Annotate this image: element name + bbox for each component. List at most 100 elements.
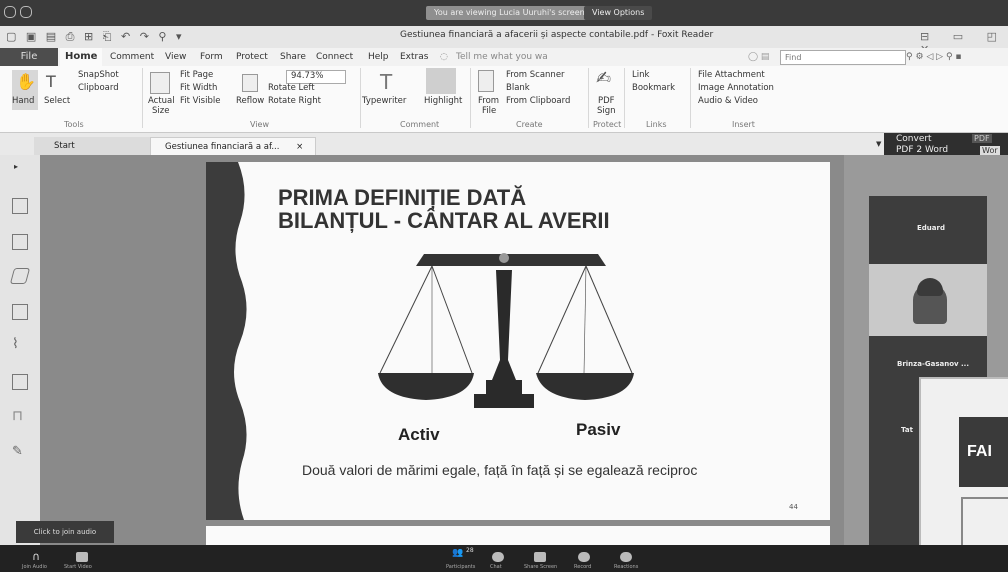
attachment-icon[interactable]: ⌇	[12, 336, 19, 352]
security-icon[interactable]: ⊓	[12, 408, 23, 424]
ribbon-divider	[690, 68, 691, 128]
comment-group-label: Comment	[400, 120, 440, 129]
ribbon-divider	[142, 68, 143, 128]
viewing-screen-banner: You are viewing Lucia Uuruhi's screen	[426, 6, 593, 20]
convert-line1: Convert	[896, 134, 932, 144]
actual-size-icon	[150, 72, 170, 94]
find-input[interactable]: Find	[780, 50, 906, 65]
tell-me-box[interactable]: Tell me what you wa	[456, 48, 548, 66]
from-scanner-button[interactable]: From Scanner	[506, 70, 565, 80]
reflow-button[interactable]: Reflow	[236, 96, 264, 106]
shared-screen-text: FAI	[967, 443, 992, 460]
quick-access-toolbar[interactable]: ▢ ▣ ▤ ⎙ ⊞ ⎗ ↶ ↷ ⚲ ▾	[6, 30, 184, 44]
from-file-label-2: File	[482, 106, 497, 116]
dropdown-arrow-icon[interactable]: ▼	[876, 140, 881, 148]
participants-icon[interactable]: 👥	[452, 548, 463, 558]
tab-view[interactable]: View	[165, 48, 186, 66]
participant-count: 28	[466, 547, 474, 554]
tab-connect[interactable]: Connect	[316, 48, 353, 66]
ribbon-divider	[360, 68, 361, 128]
record-label: Record	[574, 564, 592, 570]
actual-size-label-2: Size	[152, 106, 170, 116]
select-icon: T	[46, 72, 56, 91]
select-tool-button[interactable]: Select	[44, 96, 70, 106]
headphones-icon[interactable]: ∩	[32, 550, 40, 563]
hand-tool-button[interactable]: ✋ Hand	[12, 70, 38, 110]
view-options-button[interactable]: View Options	[584, 6, 653, 20]
create-group-label: Create	[516, 120, 543, 129]
shared-screen-frame	[961, 497, 1008, 547]
tab-comment[interactable]: Comment	[110, 48, 154, 66]
tab-home[interactable]: Home	[60, 48, 103, 66]
reactions-icon[interactable]	[620, 552, 632, 562]
typewriter-button[interactable]: Typewriter	[362, 96, 406, 106]
participant-tile[interactable]: Eduard	[869, 196, 987, 264]
sign-tool-icon[interactable]: ✎	[12, 444, 23, 459]
highlight-icon	[426, 68, 456, 94]
ribbon-divider	[588, 68, 589, 128]
snapshot-button[interactable]: SnapShot	[78, 70, 119, 80]
next-pdf-page	[206, 526, 830, 545]
avatar-hair	[917, 278, 943, 296]
reflow-icon	[242, 74, 258, 92]
rotate-right-button[interactable]: Rotate Right	[268, 96, 321, 106]
tab-extras[interactable]: Extras	[400, 48, 428, 66]
convert-pdf-banner[interactable]: Convert PDF 2 Word PDF Wor	[884, 133, 1008, 157]
from-file-button[interactable]: From	[478, 96, 499, 106]
links-group-label: Links	[646, 120, 667, 129]
shared-screen-thumbnail[interactable]: FAI	[919, 377, 1008, 549]
highlight-button[interactable]: Highlight	[424, 96, 462, 106]
bookmark-button[interactable]: Bookmark	[632, 83, 675, 93]
participant-name: Tat	[901, 426, 913, 434]
from-clipboard-button[interactable]: From Clipboard	[506, 96, 570, 106]
page-thumbnail-icon[interactable]	[12, 198, 28, 214]
file-attachment-button[interactable]: File Attachment	[698, 70, 765, 80]
join-audio-tooltip: Click to join audio	[16, 521, 114, 543]
close-tab-icon[interactable]: ×	[296, 142, 303, 152]
fit-width-button[interactable]: Fit Width	[180, 83, 217, 93]
comments-icon[interactable]	[12, 304, 28, 320]
fit-page-button[interactable]: Fit Page	[180, 70, 213, 80]
insert-group-label: Insert	[732, 120, 755, 129]
tab-document[interactable]: Gestiunea financiară a af... ×	[150, 137, 316, 156]
actual-size-button[interactable]: Actual	[148, 96, 175, 106]
tab-help[interactable]: Help	[368, 48, 389, 66]
slide-title-line2: BILANȚUL - CÂNTAR AL AVERII	[278, 208, 610, 233]
lightbulb-icon: ◌	[440, 52, 448, 62]
rotate-left-button[interactable]: Rotate Left	[268, 83, 315, 93]
tab-share[interactable]: Share	[280, 48, 306, 66]
fit-visible-button[interactable]: Fit Visible	[180, 96, 220, 106]
signature-icon[interactable]	[12, 374, 28, 390]
chat-icon[interactable]	[492, 552, 504, 562]
audio-video-button[interactable]: Audio & Video	[698, 96, 758, 106]
slide-page-number: 44	[789, 503, 798, 511]
participants-label: Participants	[446, 564, 476, 570]
wavy-border-decoration	[206, 162, 247, 520]
zoom-input[interactable]: 94.73%	[286, 70, 346, 84]
clipboard-button[interactable]: Clipboard	[78, 83, 119, 93]
search-history-icon[interactable]: ◯ ▤	[748, 48, 769, 66]
tab-protect[interactable]: Protect	[236, 48, 268, 66]
start-video-label: Start Video	[64, 564, 92, 570]
share-screen-icon[interactable]	[534, 552, 546, 562]
link-button[interactable]: Link	[632, 70, 649, 80]
tab-form[interactable]: Form	[200, 48, 223, 66]
participant-video-tile[interactable]	[869, 264, 987, 336]
expand-panel-icon[interactable]: ▸	[14, 162, 18, 171]
tab-file[interactable]: File	[0, 48, 58, 66]
from-file-icon	[478, 70, 494, 92]
hand-label: Hand	[12, 96, 35, 106]
pages-icon[interactable]	[12, 234, 28, 250]
window-menu-icon[interactable]	[4, 6, 16, 18]
convert-pdf-badge: PDF	[972, 134, 992, 143]
activ-label: Activ	[398, 425, 440, 444]
video-off-icon[interactable]	[76, 552, 88, 562]
record-icon[interactable]	[578, 552, 590, 562]
blank-button[interactable]: Blank	[506, 83, 530, 93]
pdf-sign-label-2: Sign	[597, 106, 616, 116]
window-info-icon[interactable]	[20, 6, 32, 18]
search-icon[interactable]: ⚲ ⚙ ◁ ▷ ⚲ ▪	[906, 48, 962, 66]
pdf-sign-button[interactable]: PDF	[598, 96, 615, 106]
image-annotation-button[interactable]: Image Annotation	[698, 83, 774, 93]
participant-name: Eduard	[917, 224, 945, 232]
